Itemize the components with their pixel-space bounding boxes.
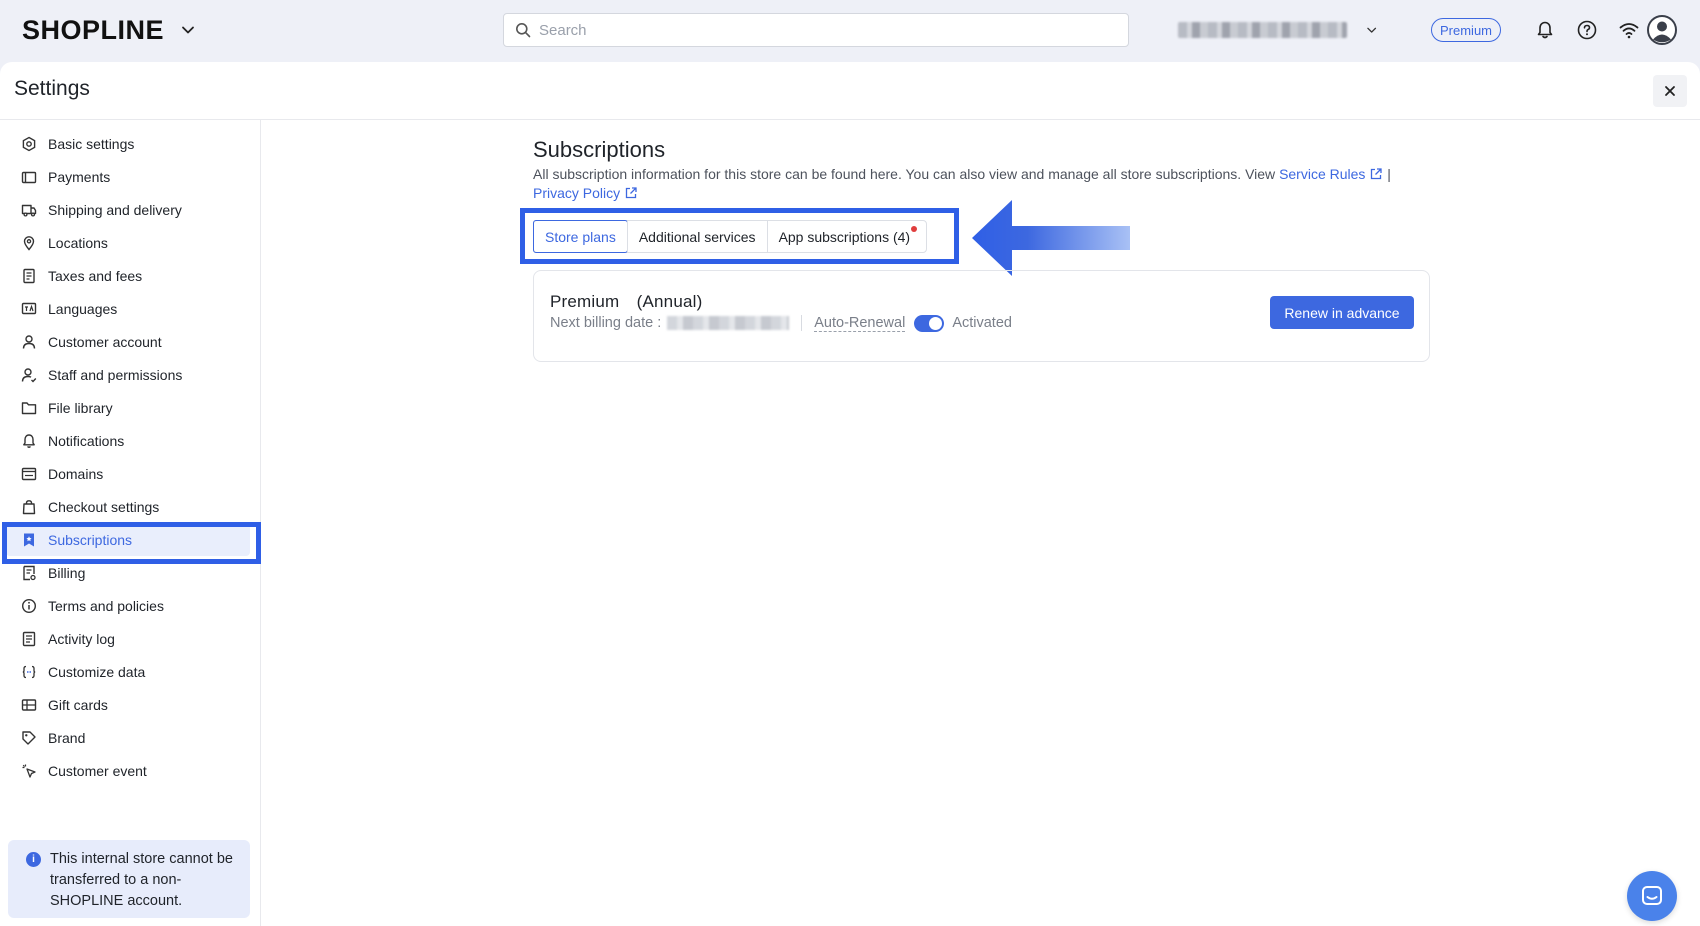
privacy-policy-link[interactable]: Privacy Policy: [533, 185, 638, 201]
chat-button[interactable]: [1627, 871, 1677, 921]
brand-icon: [20, 729, 38, 747]
sidebar-item-shipping[interactable]: Shipping and delivery: [6, 193, 250, 226]
divider: [801, 315, 803, 331]
transfer-notice: i This internal store cannot be transfer…: [8, 840, 250, 918]
account-switcher[interactable]: [1178, 20, 1378, 40]
cursor-click-icon: [20, 762, 38, 780]
sidebar-item-file-library[interactable]: File library: [6, 391, 250, 424]
location-pin-icon: [20, 234, 38, 252]
sidebar-item-taxes[interactable]: Taxes and fees: [6, 259, 250, 292]
plan-name: Premium (Annual): [550, 292, 703, 311]
panel-title: Settings: [14, 77, 90, 100]
truck-icon: [20, 201, 38, 219]
auto-renewal-toggle[interactable]: [914, 314, 945, 332]
domain-icon: [20, 465, 38, 483]
avatar[interactable]: [1646, 14, 1678, 46]
braces-icon: [20, 663, 38, 681]
page-title: Subscriptions: [533, 137, 666, 162]
sidebar-item-checkout[interactable]: Checkout settings: [6, 490, 250, 523]
sidebar-item-basic-settings[interactable]: Basic settings: [6, 127, 250, 160]
sidebar-item-customer-event[interactable]: Customer event: [6, 754, 250, 787]
highlight-box-subscriptions: [2, 522, 261, 564]
plan-card: Premium (Annual) Next billing date : Aut…: [533, 270, 1430, 362]
wallet-icon: [20, 168, 38, 186]
info-circle-icon: [20, 597, 38, 615]
receipt-icon: [20, 267, 38, 285]
sidebar-item-staff[interactable]: Staff and permissions: [6, 358, 250, 391]
service-rules-link[interactable]: Service Rules: [1279, 166, 1383, 182]
bill-icon: [20, 564, 38, 582]
sidebar-item-gift-cards[interactable]: Gift cards: [6, 688, 250, 721]
sidebar-item-customize-data[interactable]: Customize data: [6, 655, 250, 688]
search-icon: [516, 23, 531, 38]
sidebar-item-domains[interactable]: Domains: [6, 457, 250, 490]
chat-icon: [1642, 886, 1662, 905]
billing-row: Next billing date : Auto-Renewal Activat…: [550, 314, 1012, 332]
renewal-status: Activated: [952, 315, 1012, 331]
bell-icon[interactable]: [1531, 16, 1559, 44]
sidebar-item-locations[interactable]: Locations: [6, 226, 250, 259]
store-switcher[interactable]: SHOPLINE: [22, 14, 198, 46]
external-link-icon: [625, 187, 637, 199]
settings-panel: Settings Basic settings Payments Shippin…: [0, 62, 1700, 926]
close-icon: [1665, 86, 1675, 96]
arrow-annotation: [972, 200, 1130, 276]
auto-renewal-label: Auto-Renewal: [814, 314, 906, 332]
help-icon[interactable]: [1573, 16, 1601, 44]
page-description: All subscription information for this st…: [533, 166, 1391, 201]
gear-hex-icon: [20, 135, 38, 153]
renew-in-advance-button[interactable]: Renew in advance: [1270, 296, 1414, 329]
chevron-down-icon: [1366, 27, 1376, 33]
gift-card-icon: [20, 696, 38, 714]
search-box[interactable]: [503, 13, 1129, 47]
info-icon: i: [26, 852, 41, 867]
bag-icon: [20, 498, 38, 516]
sidebar-item-languages[interactable]: Languages: [6, 292, 250, 325]
highlight-box-tabs: [520, 208, 959, 264]
top-bar: SHOPLINE Premium: [0, 0, 1700, 60]
folder-icon: [20, 399, 38, 417]
log-icon: [20, 630, 38, 648]
sidebar-item-activity-log[interactable]: Activity log: [6, 622, 250, 655]
redacted-billing-date: [667, 316, 790, 330]
bell-icon: [20, 432, 38, 450]
plan-badge[interactable]: Premium: [1431, 18, 1502, 42]
search-input[interactable]: [539, 21, 1099, 39]
sidebar-item-brand[interactable]: Brand: [6, 721, 250, 754]
sidebar-item-notifications[interactable]: Notifications: [6, 424, 250, 457]
logo: SHOPLINE: [22, 14, 165, 45]
sidebar-item-terms[interactable]: Terms and policies: [6, 589, 250, 622]
chevron-down-icon: [182, 26, 194, 34]
staff-icon: [20, 366, 38, 384]
sidebar-item-payments[interactable]: Payments: [6, 160, 250, 193]
redacted-store-name: [1178, 22, 1347, 38]
language-icon: [20, 300, 38, 318]
wifi-icon[interactable]: [1615, 16, 1643, 44]
external-link-icon: [1371, 168, 1382, 180]
sidebar-item-customer-account[interactable]: Customer account: [6, 325, 250, 358]
person-icon: [20, 333, 38, 351]
close-button[interactable]: [1653, 75, 1687, 107]
